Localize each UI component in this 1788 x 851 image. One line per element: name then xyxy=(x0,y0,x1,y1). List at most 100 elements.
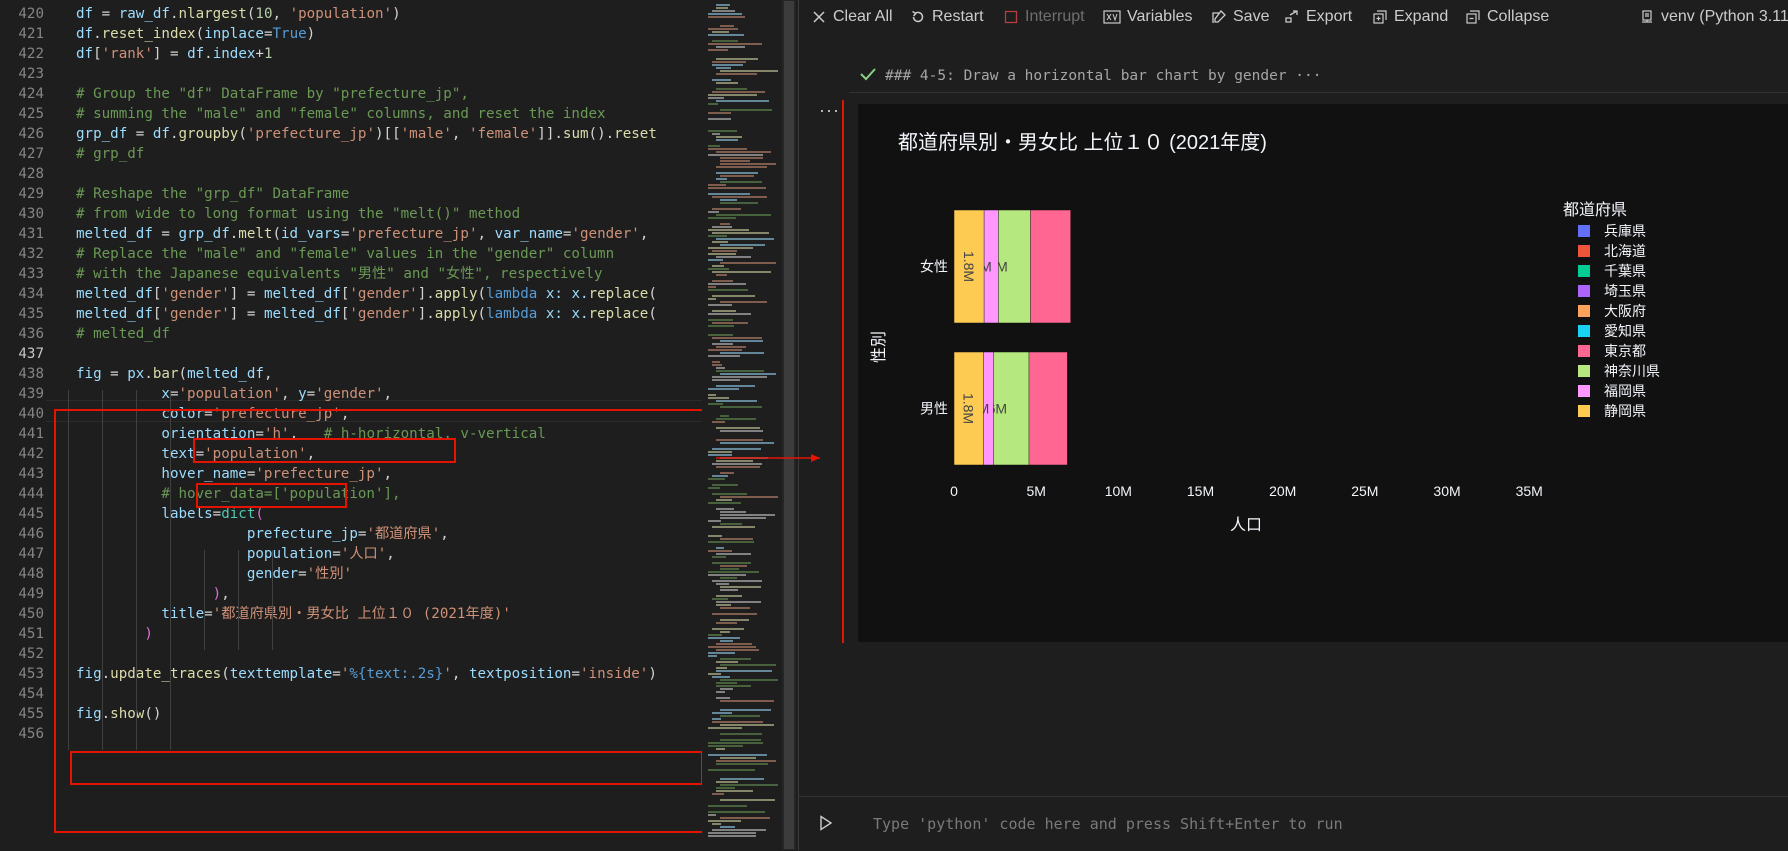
minimap-line xyxy=(708,727,743,729)
cell-header[interactable]: ### 4-5: Draw a horizontal bar chart by … xyxy=(859,60,1322,92)
line-code[interactable]: df.reset_index(inplace=True) xyxy=(76,24,315,44)
code-token: True xyxy=(272,26,307,42)
line-number: 436 xyxy=(18,326,44,342)
line-number: 439 xyxy=(18,386,44,402)
legend-swatch[interactable] xyxy=(1578,305,1590,317)
minimap-line xyxy=(712,232,770,234)
line-code[interactable]: grp_df = df.groupby('prefecture_jp')[['m… xyxy=(76,124,657,144)
line-code[interactable]: # Replace the "male" and "female" values… xyxy=(76,244,614,264)
legend-swatch[interactable] xyxy=(1578,345,1590,357)
minimap-line xyxy=(720,817,771,819)
clear-all-button[interactable]: Clear All xyxy=(811,7,893,27)
legend-swatch[interactable] xyxy=(1578,365,1590,377)
code-token: = xyxy=(127,126,153,142)
code-token: var_name xyxy=(494,226,563,242)
legend-swatch[interactable] xyxy=(1578,285,1590,297)
minimap-line xyxy=(708,16,746,18)
legend-item-label[interactable]: 大阪府 xyxy=(1604,303,1646,319)
expand-button[interactable]: Expand xyxy=(1372,7,1448,27)
line-number: 446 xyxy=(18,526,44,542)
legend-item-label[interactable]: 東京都 xyxy=(1604,343,1646,359)
line-code[interactable]: melted_df['gender'] = melted_df['gender'… xyxy=(76,304,657,324)
input-box[interactable]: Type 'python' code here and press Shift+… xyxy=(799,796,1788,851)
minimap-line xyxy=(720,157,764,159)
line-code[interactable]: # from wide to long format using the "me… xyxy=(76,204,520,224)
legend-swatch[interactable] xyxy=(1578,325,1590,337)
line-code[interactable]: # melted_df xyxy=(76,324,170,344)
minimap-line xyxy=(716,787,736,789)
minimap-line xyxy=(720,457,768,459)
legend-item-label[interactable]: 福岡県 xyxy=(1604,383,1646,399)
legend-item-label[interactable]: 神奈川県 xyxy=(1604,363,1660,379)
legend-item-label[interactable]: 愛知県 xyxy=(1604,323,1646,339)
line-code[interactable]: melted_df = grp_df.melt(id_vars='prefect… xyxy=(76,224,648,244)
minimap-line xyxy=(708,94,758,96)
legend-item-label[interactable]: 兵庫県 xyxy=(1604,223,1646,239)
line-code[interactable]: df = raw_df.nlargest(10, 'population') xyxy=(76,4,401,24)
minimap-line xyxy=(708,550,733,552)
export-button[interactable]: Export xyxy=(1284,7,1352,27)
line-code[interactable]: # grp_df xyxy=(76,144,144,164)
minimap-line xyxy=(712,271,771,273)
minimap-line xyxy=(720,511,747,513)
variables-button[interactable]: Variables xyxy=(1103,7,1193,27)
x-tick-label: 25M xyxy=(1351,483,1378,499)
interrupt-button[interactable]: Interrupt xyxy=(1003,7,1085,27)
line-code[interactable]: df['rank'] = df.index+1 xyxy=(76,44,273,64)
restart-button[interactable]: Restart xyxy=(910,7,984,27)
legend-item-label[interactable]: 北海道 xyxy=(1604,243,1646,259)
code-token: . xyxy=(93,26,102,42)
legend-item-label[interactable]: 埼玉県 xyxy=(1604,283,1646,299)
legend-item-label[interactable]: 千葉県 xyxy=(1604,263,1646,279)
minimap-line xyxy=(708,754,767,756)
collapse-icon xyxy=(1466,10,1480,24)
kernel-icon xyxy=(1642,10,1652,23)
line-code[interactable]: fig = px.bar(melted_df, xyxy=(76,364,272,384)
minimap-line xyxy=(716,682,737,684)
legend-swatch[interactable] xyxy=(1578,265,1590,277)
line-number: 425 xyxy=(18,106,44,122)
run-icon[interactable] xyxy=(819,815,833,831)
code-token: [ xyxy=(93,46,102,62)
legend-item-label[interactable]: 静岡県 xyxy=(1604,403,1646,419)
line-code[interactable]: # summing the "male" and "female" column… xyxy=(76,104,606,124)
code-editor[interactable]: 420 df = raw_df.nlargest(10, 'population'… xyxy=(0,0,702,850)
code-token: # with the Japanese equivalents "男性" and… xyxy=(76,266,603,282)
minimap[interactable] xyxy=(702,0,782,850)
minimap-line xyxy=(720,733,763,735)
legend-swatch[interactable] xyxy=(1578,245,1590,257)
line-code[interactable]: # with the Japanese equivalents "男性" and… xyxy=(76,264,603,284)
save-label: Save xyxy=(1233,8,1270,25)
code-token: ( xyxy=(648,286,657,302)
line-code[interactable]: x='population', y='gender', xyxy=(76,384,392,404)
minimap-line xyxy=(716,172,758,174)
minimap-line xyxy=(708,259,724,261)
minimap-line xyxy=(712,10,735,12)
line-code[interactable]: # Group the "df" DataFrame by "prefectur… xyxy=(76,84,469,104)
code-token: = xyxy=(169,386,179,402)
minimap-line xyxy=(708,289,749,291)
code-token: = xyxy=(263,26,273,42)
minimap-line xyxy=(720,160,750,162)
minimap-line xyxy=(720,778,765,780)
minimap-line xyxy=(716,370,764,372)
line-number: 443 xyxy=(18,466,44,482)
legend[interactable]: 兵庫県北海道千葉県埼玉県大阪府愛知県東京都神奈川県福岡県静岡県 xyxy=(1578,223,1660,419)
editor-scrollbar-thumb[interactable] xyxy=(784,1,794,849)
legend-swatch[interactable] xyxy=(1578,385,1590,397)
line-code[interactable]: # Reshape the "grp_df" DataFrame xyxy=(76,184,349,204)
legend-swatch[interactable] xyxy=(1578,225,1590,237)
minimap-line xyxy=(708,403,723,405)
kernel-selector[interactable]: venv (Python 3.11. xyxy=(1639,7,1788,27)
line-code[interactable]: melted_df['gender'] = melted_df['gender'… xyxy=(76,284,657,304)
line-number: 426 xyxy=(18,126,44,142)
output-menu-button[interactable]: ··· xyxy=(819,100,840,121)
collapse-button[interactable]: Collapse xyxy=(1465,7,1549,27)
minimap-line xyxy=(716,790,753,792)
minimap-line xyxy=(712,250,738,252)
minimap-line xyxy=(712,61,746,63)
save-button[interactable]: Save xyxy=(1211,7,1269,27)
code-token: groupby xyxy=(178,126,239,142)
legend-swatch[interactable] xyxy=(1578,405,1590,417)
plotly-chart[interactable]: 都道府県別・男女比 上位１０ (2021年度) 性別 人口 都道府県 2.9M2… xyxy=(858,104,1788,642)
